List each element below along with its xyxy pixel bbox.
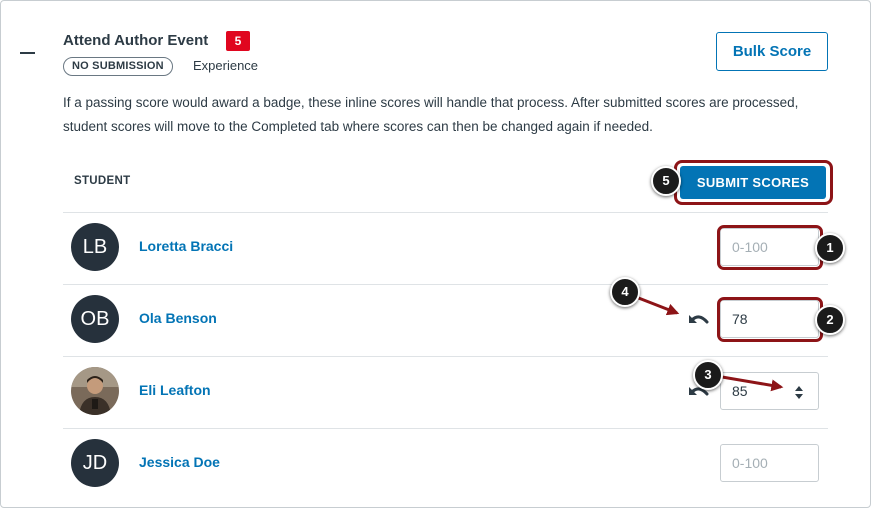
bulk-score-button[interactable]: Bulk Score (716, 32, 828, 71)
avatar: JD (71, 439, 119, 487)
row-divider (63, 284, 828, 285)
callout-badge: 3 (693, 360, 723, 390)
step-up-icon[interactable] (795, 386, 803, 391)
student-column-header: STUDENT (74, 175, 131, 187)
student-name-link[interactable]: Eli Leafton (139, 382, 211, 398)
assignment-title: Attend Author Event (63, 32, 209, 49)
annotation-highlight-input (717, 297, 823, 342)
minus-icon[interactable] (20, 52, 35, 54)
annotation-highlight-input (717, 225, 823, 270)
avatar (71, 367, 119, 415)
submit-scores-button[interactable]: SUBMIT SCORES (680, 166, 826, 199)
row-divider (63, 356, 828, 357)
submission-status-pill: NO SUBMISSION (63, 57, 173, 76)
row-divider (63, 428, 828, 429)
header-divider (63, 212, 828, 213)
stepper-arrows-icon[interactable] (791, 380, 807, 404)
count-badge: 5 (226, 31, 250, 51)
student-name-link[interactable]: Ola Benson (139, 310, 217, 326)
callout-badge: 4 (610, 277, 640, 307)
student-name-link[interactable]: Jessica Doe (139, 454, 220, 470)
assignment-type: Experience (193, 58, 259, 73)
callout-badge: 1 (815, 233, 845, 263)
callout-badge: 5 (651, 166, 681, 196)
avatar: LB (71, 223, 119, 271)
avatar: OB (71, 295, 119, 343)
undo-icon[interactable] (688, 311, 710, 329)
step-down-icon[interactable] (795, 394, 803, 399)
info-text: If a passing score would award a badge, … (63, 95, 799, 134)
student-name-link[interactable]: Loretta Bracci (139, 238, 233, 254)
score-input[interactable] (720, 444, 819, 482)
callout-badge: 2 (815, 305, 845, 335)
